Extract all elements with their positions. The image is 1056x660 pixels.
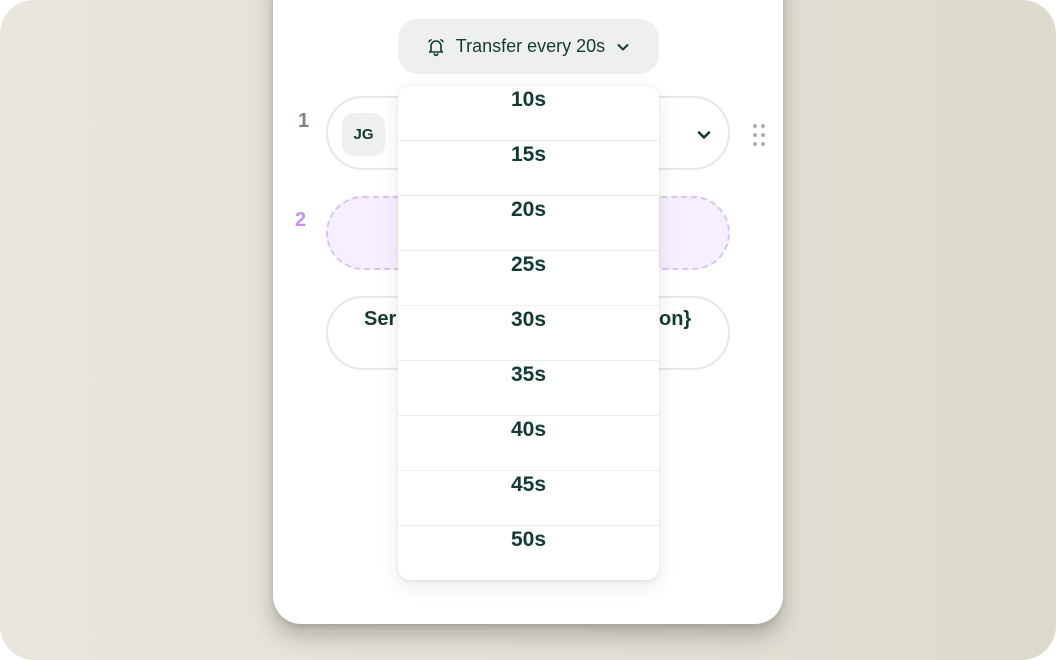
interval-dropdown-menu: 10s 15s 20s 25s 30s 35s 40s 45s 50s bbox=[398, 86, 659, 580]
option-35s[interactable]: 35s bbox=[398, 361, 659, 416]
row-3-text-end: on} bbox=[659, 308, 692, 330]
drag-handle-icon[interactable] bbox=[751, 123, 767, 152]
option-10s[interactable]: 10s bbox=[398, 86, 659, 141]
option-25s[interactable]: 25s bbox=[398, 251, 659, 306]
transfer-interval-select[interactable]: Transfer every 20s bbox=[398, 19, 659, 74]
step-number-1: 1 bbox=[298, 110, 310, 132]
option-45s[interactable]: 45s bbox=[398, 471, 659, 526]
bell-icon bbox=[426, 37, 446, 57]
row-3-text-start: Ser bbox=[364, 308, 397, 330]
background: Transfer every 20s 1 JG 2 Ser on} 10s 15… bbox=[0, 0, 1056, 660]
option-40s[interactable]: 40s bbox=[398, 416, 659, 471]
avatar: JG bbox=[342, 113, 385, 156]
step-number-2: 2 bbox=[295, 209, 307, 231]
option-30s[interactable]: 30s bbox=[398, 306, 659, 361]
option-20s[interactable]: 20s bbox=[398, 196, 659, 251]
transfer-interval-label: Transfer every 20s bbox=[455, 36, 606, 56]
row-chevron-down-icon[interactable] bbox=[695, 127, 713, 148]
option-15s[interactable]: 15s bbox=[398, 141, 659, 196]
chevron-down-icon bbox=[615, 39, 631, 55]
option-50s[interactable]: 50s bbox=[398, 526, 659, 580]
